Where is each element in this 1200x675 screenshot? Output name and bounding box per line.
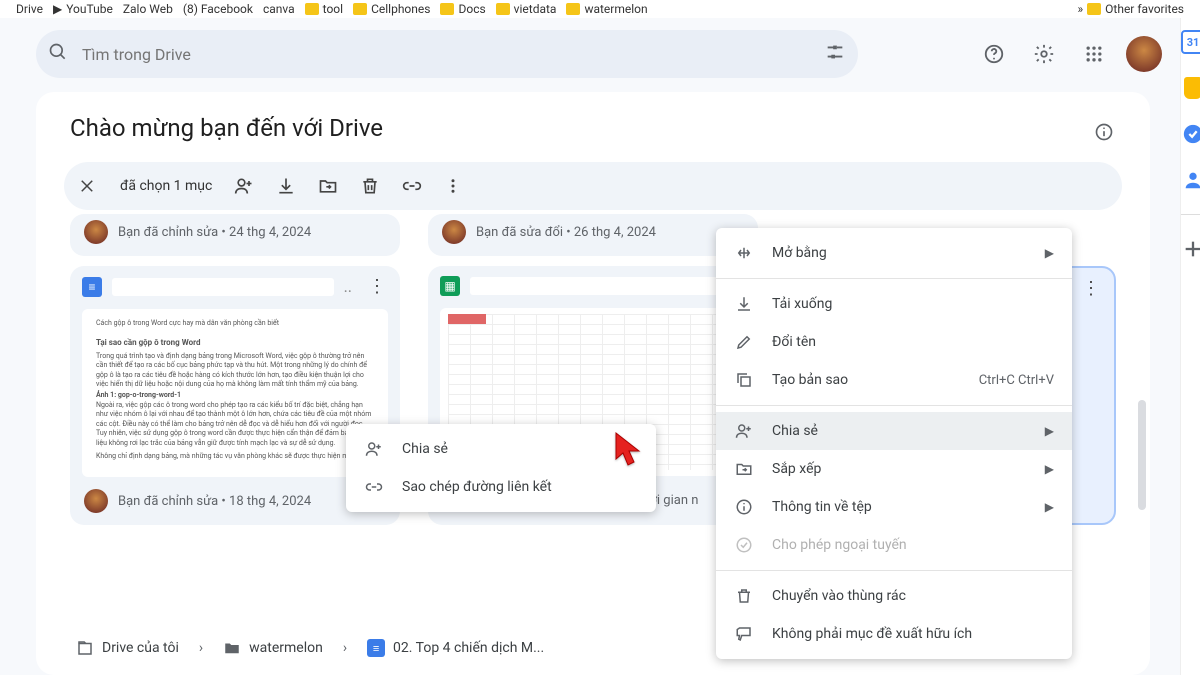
more-icon[interactable]: [444, 177, 464, 195]
close-icon[interactable]: [78, 177, 98, 195]
share-submenu: Chia sẻ Sao chép đường liên kết: [346, 424, 656, 512]
link-icon: [364, 478, 384, 496]
side-panel: 31: [1180, 18, 1200, 675]
bookmark[interactable]: vietdata: [496, 2, 557, 16]
context-menu: Mở bằng▶ Tải xuống Đổi tên Tạo bản saoCt…: [716, 228, 1072, 659]
move-to-icon[interactable]: [318, 176, 338, 196]
bookmark[interactable]: (8) Facebook: [183, 2, 253, 16]
apps-grid-icon[interactable]: [1076, 36, 1112, 72]
bookmarks-overflow[interactable]: » Other favorites: [1078, 2, 1184, 16]
delete-icon[interactable]: [360, 176, 380, 196]
submenu-copy-link[interactable]: Sao chép đường liên kết: [346, 468, 656, 506]
bookmark[interactable]: Zalo Web: [123, 2, 173, 16]
share-person-icon[interactable]: [234, 176, 254, 196]
more-icon[interactable]: ⋮: [1076, 278, 1106, 299]
chevron-right-icon: ▶: [1045, 462, 1054, 476]
breadcrumb-root[interactable]: Drive của tôi: [68, 635, 187, 661]
breadcrumb-file[interactable]: ≡ 02. Top 4 chiến dịch M...: [359, 635, 552, 661]
ctx-offline: Cho phép ngoại tuyến: [716, 526, 1072, 564]
search-input[interactable]: [82, 45, 810, 64]
thumbs-down-icon: [734, 625, 754, 643]
breadcrumb: Drive của tôi › watermelon › ≡ 02. Top 4…: [68, 635, 552, 661]
file-name: [112, 278, 334, 296]
avatar: [84, 489, 108, 513]
chevron-right-icon: ▶: [1045, 424, 1054, 438]
account-avatar[interactable]: [1126, 36, 1162, 72]
selection-toolbar: đã chọn 1 mục: [64, 162, 1122, 210]
recent-card[interactable]: Bạn đã chỉnh sửa • 24 thg 4, 2024: [70, 214, 400, 256]
selection-count: đã chọn 1 mục: [120, 178, 212, 194]
bookmark[interactable]: Cellphones: [353, 2, 430, 16]
bookmark[interactable]: Docs: [440, 2, 485, 16]
bookmark[interactable]: ▶ YouTube: [53, 2, 113, 16]
download-icon[interactable]: [276, 176, 296, 196]
search-options-icon[interactable]: [824, 41, 846, 67]
person-add-icon: [364, 440, 384, 458]
search-box[interactable]: [36, 30, 858, 78]
chevron-right-icon: ›: [199, 640, 203, 656]
info-icon: [734, 498, 754, 516]
trash-icon: [734, 587, 754, 605]
folder-move-icon: [734, 460, 754, 478]
add-icon[interactable]: [1181, 237, 1200, 261]
submenu-share[interactable]: Chia sẻ: [346, 430, 656, 468]
avatar: [442, 220, 466, 244]
ctx-rename[interactable]: Đổi tên: [716, 323, 1072, 361]
person-add-icon: [734, 422, 754, 440]
more-icon[interactable]: ⋮: [362, 276, 392, 297]
chevron-right-icon: ▶: [1045, 500, 1054, 514]
page-title: Chào mừng bạn đến với Drive: [36, 112, 1150, 146]
ctx-organize[interactable]: Sắp xếp▶: [716, 450, 1072, 488]
bookmark[interactable]: canva: [263, 2, 295, 16]
breadcrumb-folder[interactable]: watermelon: [215, 635, 331, 661]
bookmarks-bar: Drive ▶ YouTube Zalo Web (8) Facebook ca…: [0, 0, 1200, 18]
scrollbar[interactable]: [1138, 400, 1146, 510]
ctx-not-suggest[interactable]: Không phải mục đề xuất hữu ích: [716, 615, 1072, 653]
file-name: [470, 277, 750, 295]
card-subtitle: Bạn đã chỉnh sửa • 18 thg 4, 2024: [118, 494, 311, 509]
ctx-file-info[interactable]: Thông tin về tệp▶: [716, 488, 1072, 526]
calendar-icon[interactable]: 31: [1181, 30, 1200, 54]
bookmark[interactable]: tool: [305, 2, 343, 16]
copy-icon: [734, 371, 754, 389]
chevron-right-icon: ▶: [1045, 246, 1054, 260]
avatar: [84, 220, 108, 244]
file-preview: Cách gộp ô trong Word cực hay mà dân văn…: [82, 309, 388, 477]
docs-icon: ≡: [367, 639, 385, 657]
card-subtitle: Bạn đã sửa đổi • 26 thg 4, 2024: [476, 225, 656, 240]
help-icon[interactable]: [976, 36, 1012, 72]
ctx-open-with[interactable]: Mở bằng▶: [716, 234, 1072, 272]
recent-card[interactable]: Bạn đã sửa đổi • 26 thg 4, 2024: [428, 214, 758, 256]
docs-icon: ≡: [82, 277, 102, 297]
open-with-icon: [734, 244, 754, 262]
cursor-pointer: [612, 431, 646, 475]
bookmark[interactable]: Drive: [16, 2, 43, 16]
ctx-trash[interactable]: Chuyển vào thùng rác: [716, 577, 1072, 615]
chevron-right-icon: ›: [343, 640, 347, 656]
ctx-make-copy[interactable]: Tạo bản saoCtrl+C Ctrl+V: [716, 361, 1072, 399]
shortcut-label: Ctrl+C Ctrl+V: [979, 373, 1054, 388]
bookmark[interactable]: watermelon: [566, 2, 647, 16]
tasks-icon[interactable]: [1181, 122, 1200, 146]
ctx-share[interactable]: Chia sẻ▶: [716, 412, 1072, 450]
sheets-icon: ▦: [440, 276, 460, 296]
info-icon[interactable]: [1086, 114, 1122, 150]
card-subtitle: Bạn đã chỉnh sửa • 24 thg 4, 2024: [118, 225, 311, 240]
pencil-icon: [734, 333, 754, 351]
topbar: [0, 18, 1180, 84]
search-icon: [48, 42, 68, 66]
ctx-download[interactable]: Tải xuống: [716, 285, 1072, 323]
link-icon[interactable]: [402, 176, 422, 196]
keep-icon[interactable]: [1181, 76, 1200, 100]
offline-icon: [734, 536, 754, 554]
contacts-icon[interactable]: [1181, 168, 1200, 192]
settings-icon[interactable]: [1026, 36, 1062, 72]
download-icon: [734, 295, 754, 313]
